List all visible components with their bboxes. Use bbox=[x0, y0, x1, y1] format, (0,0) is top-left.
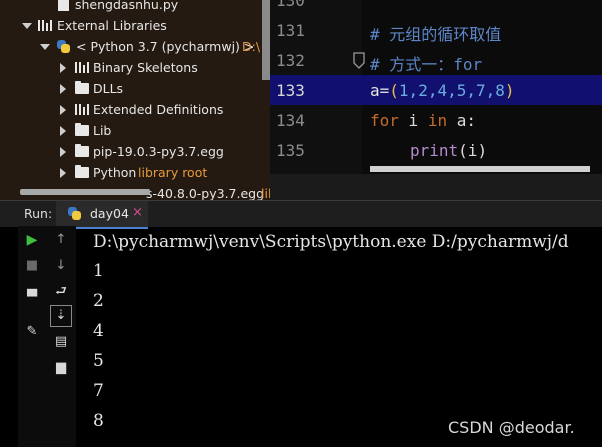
chevron-right-icon[interactable] bbox=[60, 126, 66, 136]
line-number: 133 bbox=[276, 81, 305, 100]
code-token: (i) bbox=[458, 141, 488, 160]
run-toolbar-secondary: ↑ ↓ ⮐ ⇣ ▤ ▆ bbox=[46, 226, 76, 447]
chevron-right-icon[interactable] bbox=[60, 63, 66, 73]
line-number: 132 bbox=[276, 51, 305, 70]
line-number: 130 bbox=[276, 0, 305, 10]
code-line-current[interactable]: a=(1,2,4,5,7,8) bbox=[370, 81, 515, 100]
chevron-right-icon[interactable] bbox=[60, 105, 66, 115]
folder-icon bbox=[75, 81, 89, 94]
tree-vertical-scrollbar[interactable] bbox=[262, 0, 270, 80]
close-icon[interactable]: × bbox=[132, 205, 143, 220]
code-line[interactable]: for i in a: bbox=[370, 111, 476, 130]
arrow-up-icon[interactable]: ↑ bbox=[51, 230, 71, 250]
panel-divider[interactable] bbox=[270, 174, 602, 200]
pin-icon[interactable]: ✎ bbox=[22, 322, 42, 342]
console-line-output: 1 bbox=[93, 261, 104, 281]
console-line-output: 5 bbox=[93, 351, 104, 371]
line-number: 135 bbox=[276, 141, 305, 160]
python-file-icon bbox=[58, 0, 69, 11]
rerun-icon[interactable]: ▶ bbox=[22, 230, 42, 250]
code-token: i bbox=[398, 111, 428, 130]
chevron-down-icon[interactable] bbox=[40, 44, 50, 50]
tree-horizontal-scrollbar[interactable] bbox=[20, 189, 150, 195]
run-tool-window-header: Run: day04 × bbox=[0, 200, 602, 229]
run-tab-label: day04 bbox=[90, 206, 129, 221]
folder-icon bbox=[75, 123, 89, 136]
chevron-right-icon[interactable] bbox=[60, 147, 66, 157]
code-token-keyword: for bbox=[370, 111, 399, 130]
library-icon bbox=[38, 20, 52, 31]
line-number: 134 bbox=[276, 111, 305, 130]
console-line-command: D:\pycharmwj\venv\Scripts\python.exe D:/… bbox=[93, 232, 569, 252]
code-token-paren: ) bbox=[504, 81, 515, 100]
editor-horizontal-scrollbar[interactable] bbox=[370, 166, 590, 172]
console-line-output: 4 bbox=[93, 321, 104, 341]
chevron-down-icon[interactable] bbox=[22, 23, 32, 29]
console-line-output: 7 bbox=[93, 381, 104, 401]
run-label: Run: bbox=[24, 206, 53, 221]
code-token: a: bbox=[447, 111, 476, 130]
fold-marker-icon[interactable] bbox=[352, 52, 368, 70]
python-icon bbox=[57, 40, 70, 53]
scroll-to-end-icon[interactable]: ⇣ bbox=[50, 305, 72, 327]
trash-icon[interactable]: ▆ bbox=[51, 358, 71, 378]
code-line[interactable]: # 元组的循环取值 bbox=[370, 21, 501, 45]
chevron-right-icon[interactable] bbox=[60, 84, 66, 94]
watermark: CSDN @deodar. bbox=[448, 418, 575, 437]
stop-icon[interactable]: ■ bbox=[22, 256, 42, 276]
soft-wrap-icon[interactable]: ⮐ bbox=[51, 282, 71, 302]
code-token-numbers: 1,2,4,5,7,8 bbox=[398, 81, 505, 100]
project-tree: shengdasnhu.py External Libraries < Pyth… bbox=[0, 0, 270, 200]
code-line[interactable]: print(i) bbox=[410, 141, 487, 160]
layout-icon[interactable]: ▀ bbox=[22, 288, 42, 308]
folder-icon bbox=[75, 144, 89, 157]
code-token-paren: ( bbox=[389, 81, 399, 100]
console-line-output: 2 bbox=[93, 291, 104, 311]
print-icon[interactable]: ▤ bbox=[51, 332, 71, 352]
console-line-output: 8 bbox=[93, 411, 104, 431]
python-icon bbox=[68, 207, 81, 220]
run-toolbar-primary: ▶ ■ ▀ ✎ bbox=[18, 226, 46, 447]
code-token-eq: = bbox=[379, 81, 390, 100]
code-line[interactable]: # 方式一：for bbox=[370, 51, 482, 75]
code-token-var: a bbox=[370, 81, 380, 100]
folder-icon bbox=[75, 165, 89, 178]
code-token-keyword: in bbox=[427, 111, 448, 130]
library-icon bbox=[75, 104, 89, 115]
run-tab-day04[interactable]: day04 × bbox=[56, 201, 148, 229]
code-token-function: print bbox=[410, 141, 459, 160]
library-icon bbox=[75, 62, 89, 73]
line-number: 131 bbox=[276, 21, 305, 40]
arrow-down-icon[interactable]: ↓ bbox=[51, 256, 71, 276]
chevron-right-icon[interactable] bbox=[60, 168, 66, 178]
